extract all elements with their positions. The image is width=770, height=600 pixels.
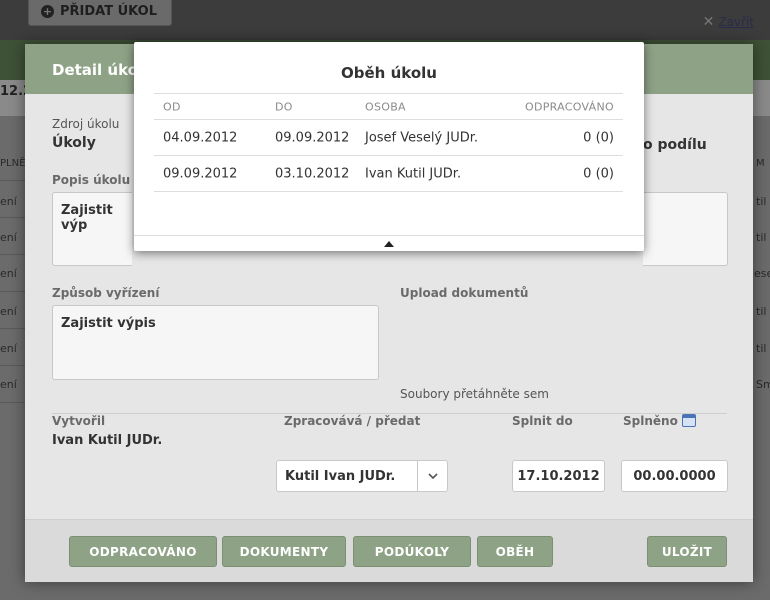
share-label: o podílu: [643, 137, 707, 153]
source-value: Úkoly: [52, 135, 96, 151]
save-button[interactable]: ULOŽIT: [647, 536, 727, 567]
processor-label: Zpracovává / předat: [284, 414, 421, 428]
dialog-footer: ODPRACOVÁNO DOKUMENTY PODÚKOLY OBĚH ULOŽ…: [25, 519, 753, 582]
right-cell: til: [756, 195, 767, 208]
right-col-header: M: [756, 158, 765, 169]
upload-hint: Soubory přetáhněte sem: [400, 387, 549, 401]
left-col-header: PLNĚ: [0, 158, 26, 169]
column-header-odpracovano: ODPRACOVÁNO: [525, 100, 614, 113]
left-cell: ení: [0, 378, 17, 391]
description-label: Popis úkolu: [52, 173, 131, 187]
cell-odpracovano: 0 (0): [583, 166, 614, 181]
flow-button-label: OBĚH: [495, 544, 535, 559]
table-row: 04.09.2012 09.09.2012 Josef Veselý JUDr.…: [154, 120, 623, 156]
left-cell: ení: [0, 342, 17, 355]
cell-do: 03.10.2012: [275, 166, 350, 181]
cell-odpracovano: 0 (0): [583, 130, 614, 145]
dialog-title: Detail úko: [52, 61, 138, 79]
source-label: Zdroj úkolu: [52, 117, 120, 131]
created-by-value: Ivan Kutil JUDr.: [52, 433, 163, 448]
left-cell: ení: [0, 305, 17, 318]
documents-button[interactable]: DOKUMENTY: [222, 536, 346, 567]
processor-value: Kutil Ivan JUDr.: [285, 468, 396, 484]
upload-dropzone[interactable]: Soubory přetáhněte sem: [400, 306, 728, 401]
due-value: 17.10.2012: [517, 468, 600, 484]
column-header-od: OD: [163, 100, 181, 113]
processor-select[interactable]: Kutil Ivan JUDr.: [276, 460, 448, 492]
due-label: Splnit do: [512, 414, 573, 428]
close-label: Zavřít: [718, 15, 754, 29]
right-cell: til: [756, 342, 767, 355]
task-flow-popup: Oběh úkolu OD DO OSOBA ODPRACOVÁNO 04.09…: [134, 42, 644, 251]
plus-circle-icon: +: [41, 4, 54, 18]
description-value: Zajistit výp: [61, 203, 113, 233]
task-flow-table: OD DO OSOBA ODPRACOVÁNO 04.09.2012 09.09…: [154, 93, 623, 192]
resolution-value: Zajistit výpis: [61, 316, 156, 331]
close-x-icon: ✕: [702, 14, 715, 30]
subtasks-button-label: PODÚKOLY: [374, 544, 450, 559]
resolution-label: Způsob vyřízení: [52, 286, 160, 300]
save-button-label: ULOŽIT: [661, 544, 713, 559]
table-row: 09.09.2012 03.10.2012 Ivan Kutil JUDr. 0…: [154, 156, 623, 192]
column-header-do: DO: [275, 100, 293, 113]
cell-osoba: Josef Veselý JUDr.: [365, 130, 479, 145]
right-cell: til: [756, 305, 767, 318]
add-task-label: PŘIDAT ÚKOL: [60, 3, 157, 19]
column-header-osoba: OSOBA: [365, 100, 406, 113]
share-textarea[interactable]: [643, 192, 728, 266]
left-cell: ení: [0, 231, 17, 244]
worked-button[interactable]: ODPRACOVÁNO: [69, 536, 217, 567]
add-task-button[interactable]: + PŘIDAT ÚKOL: [28, 0, 172, 26]
resolution-textarea[interactable]: Zajistit výpis: [52, 305, 379, 380]
done-label: Splněno: [623, 414, 678, 428]
app-topbar: + PŘIDAT ÚKOL ✕ Zavřít: [0, 0, 770, 40]
right-cell: til: [756, 231, 767, 244]
cell-od: 04.09.2012: [163, 130, 238, 145]
upload-label: Upload dokumentů: [400, 286, 529, 300]
close-link[interactable]: ✕ Zavřít: [703, 14, 754, 30]
left-cell: ení: [0, 267, 17, 280]
documents-button-label: DOKUMENTY: [239, 544, 329, 559]
cell-osoba: Ivan Kutil JUDr.: [365, 166, 462, 181]
due-date-input[interactable]: 17.10.2012: [512, 460, 605, 492]
done-label-group: Splněno: [623, 414, 696, 428]
flow-button[interactable]: OBĚH: [477, 536, 553, 567]
cell-do: 09.09.2012: [275, 130, 350, 145]
popup-collapse-bar[interactable]: [134, 235, 644, 251]
worked-button-label: ODPRACOVÁNO: [89, 544, 197, 559]
left-cell: ení: [0, 195, 17, 208]
table-header: OD DO OSOBA ODPRACOVÁNO: [154, 93, 623, 120]
calendar-icon[interactable]: [681, 414, 696, 427]
cell-od: 09.09.2012: [163, 166, 238, 181]
popup-title: Oběh úkolu: [341, 64, 437, 82]
subtasks-button[interactable]: PODÚKOLY: [353, 536, 471, 567]
done-date-input[interactable]: 00.00.0000: [621, 460, 728, 492]
right-cell: esel: [754, 267, 770, 280]
right-cell: Sm: [756, 378, 770, 391]
created-by-title: Vytvořil: [52, 414, 106, 428]
done-value: 00.00.0000: [633, 468, 716, 484]
triangle-up-icon: [384, 240, 394, 247]
chevron-down-icon: [417, 461, 447, 491]
description-textarea[interactable]: Zajistit výp: [52, 192, 132, 266]
